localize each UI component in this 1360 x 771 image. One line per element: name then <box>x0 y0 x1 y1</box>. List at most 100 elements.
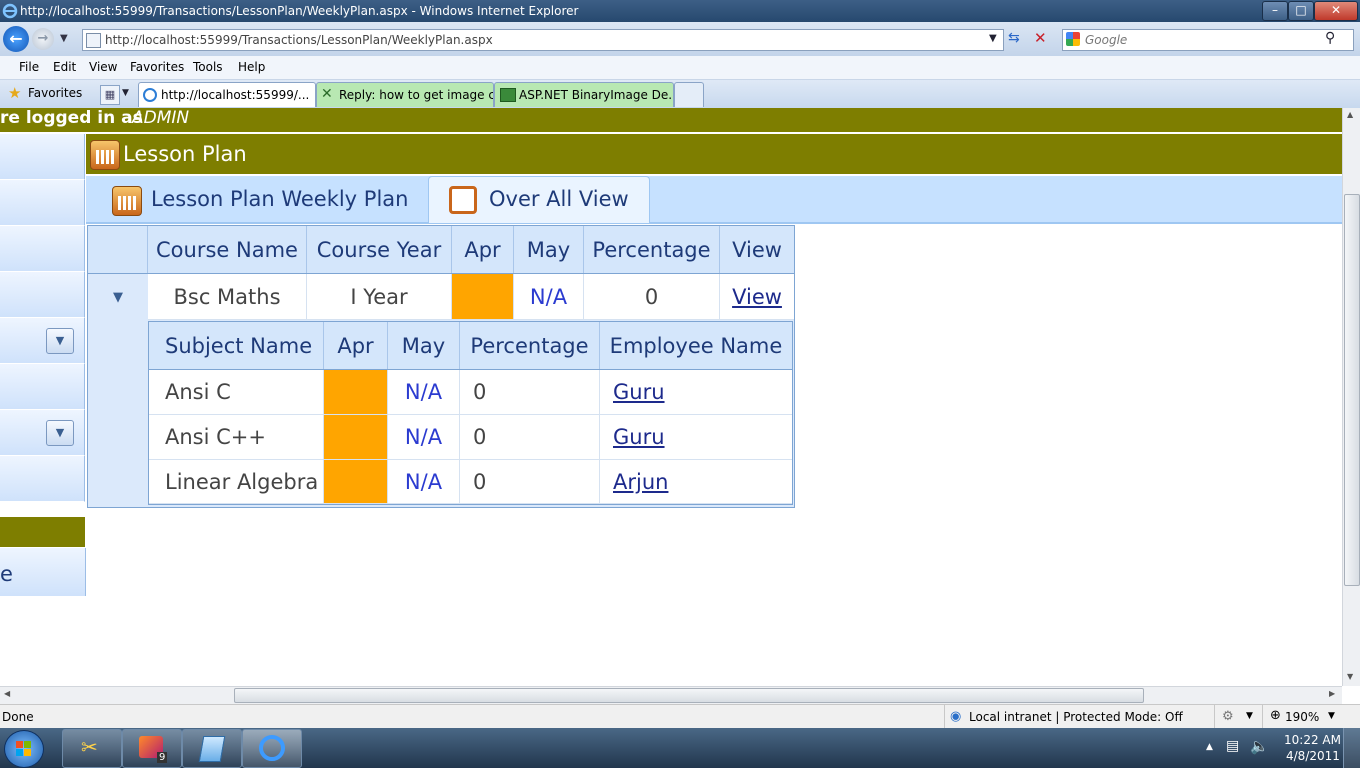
may-status-cell: N/A <box>514 274 584 320</box>
percentage-cell: 0 <box>460 460 600 504</box>
may-status-cell: N/A <box>388 460 460 504</box>
minimize-button[interactable]: – <box>1262 1 1288 21</box>
column-header[interactable]: Percentage <box>584 226 720 274</box>
network-icon[interactable]: ▤ <box>1226 738 1239 754</box>
percentage-cell: 0 <box>460 415 600 460</box>
aspnet-icon <box>500 88 516 102</box>
divider <box>944 705 945 729</box>
refresh-icon[interactable]: ⇆ <box>1008 30 1020 46</box>
status-text: Done <box>2 710 34 724</box>
vertical-scrollbar[interactable]: ▲ ▼ <box>1342 108 1360 686</box>
sidebar-item[interactable]: e <box>0 548 86 596</box>
horizontal-scroll-thumb[interactable] <box>234 688 1144 703</box>
volume-icon[interactable]: 🔈 <box>1250 737 1269 755</box>
page-icon <box>86 33 101 48</box>
employee-link[interactable]: Guru <box>613 380 665 404</box>
expand-header <box>88 226 148 274</box>
favorites-button[interactable]: Favorites <box>28 86 82 100</box>
start-button[interactable] <box>4 730 44 768</box>
chevron-down-icon[interactable]: ▼ <box>46 328 74 354</box>
scroll-up-icon[interactable]: ▲ <box>1347 110 1353 119</box>
employee-link[interactable]: Guru <box>613 425 665 449</box>
horizontal-scrollbar[interactable]: ◀ ▶ <box>0 686 1342 704</box>
sidebar-item[interactable] <box>0 226 85 272</box>
sidebar-item[interactable] <box>0 456 85 502</box>
search-box[interactable]: Google ⚲ <box>1062 29 1354 51</box>
divider <box>1214 705 1215 729</box>
chevron-down-icon[interactable]: ▼ <box>1246 711 1253 721</box>
chevron-down-icon[interactable]: ▼ <box>46 420 74 446</box>
back-button[interactable]: ← <box>3 26 29 52</box>
security-zone-text[interactable]: Local intranet | Protected Mode: Off <box>969 710 1183 724</box>
tab-weekly-plan[interactable]: Lesson Plan Weekly Plan <box>104 184 424 220</box>
sidebar-item[interactable] <box>0 134 85 180</box>
sidebar-item[interactable] <box>0 180 85 226</box>
zoom-icon[interactable]: ⊕ <box>1270 708 1281 723</box>
forward-button[interactable]: → <box>32 28 54 50</box>
column-header[interactable]: View <box>720 226 794 274</box>
chevron-down-icon[interactable]: ▼ <box>1328 711 1335 721</box>
scroll-left-icon[interactable]: ◀ <box>4 689 10 698</box>
subject-grid: Subject Name Apr May Percentage Employee… <box>148 321 793 505</box>
employee-cell: Guru <box>600 370 792 415</box>
column-header[interactable]: Subject Name <box>149 322 324 370</box>
stop-icon[interactable]: ✕ <box>1034 29 1047 47</box>
clock-date[interactable]: 4/8/2011 <box>1286 749 1340 763</box>
search-icon[interactable]: ⚲ <box>1325 30 1335 46</box>
new-tab-button[interactable] <box>674 82 704 107</box>
course-year-cell: I Year <box>307 274 452 320</box>
menu-help[interactable]: Help <box>238 60 265 74</box>
window-count-badge: 9 <box>157 752 168 763</box>
column-header[interactable]: Apr <box>452 226 514 274</box>
browser-tab[interactable]: ASP.NET BinaryImage De... <box>494 82 674 107</box>
taskbar-internet-explorer[interactable] <box>242 729 302 768</box>
taskbar-visual-studio-tools[interactable]: ✂ <box>62 729 122 768</box>
sidebar-item[interactable]: ▼ <box>0 410 85 456</box>
taskbar: ✂ 9 ▲ ▤ 🔈 10:22 AM 4/8/2011 <box>0 728 1360 768</box>
column-header[interactable]: Apr <box>324 322 388 370</box>
column-header[interactable]: Course Year <box>307 226 452 274</box>
browser-tab[interactable]: ✕ Reply: how to get image c... <box>316 82 494 107</box>
column-header[interactable]: Course Name <box>148 226 307 274</box>
tab-list-dropdown-icon[interactable]: ▼ <box>122 88 129 98</box>
browser-tab-active[interactable]: http://localhost:55999/... <box>138 82 316 107</box>
menu-tools[interactable]: Tools <box>193 60 223 74</box>
address-bar[interactable]: http://localhost:55999/Transactions/Less… <box>82 29 1004 51</box>
taskbar-visual-studio[interactable]: 9 <box>122 729 182 768</box>
taskbar-notepad[interactable] <box>182 729 242 768</box>
sidebar-item[interactable] <box>0 272 85 318</box>
tab-over-all-view[interactable]: Over All View <box>428 176 650 223</box>
vertical-scroll-thumb[interactable] <box>1344 194 1360 586</box>
protected-mode-icon[interactable]: ⚙ <box>1222 709 1234 724</box>
menu-file[interactable]: File <box>19 60 39 74</box>
user-name: ADMIN <box>132 108 190 128</box>
clock-time[interactable]: 10:22 AM <box>1284 733 1341 747</box>
employee-cell: Arjun <box>600 460 792 504</box>
sidebar-item[interactable] <box>0 364 85 410</box>
close-button[interactable]: ✕ <box>1314 1 1358 21</box>
may-status-cell: N/A <box>388 415 460 460</box>
zoom-level[interactable]: 190% <box>1285 710 1319 724</box>
column-header[interactable]: Percentage <box>460 322 600 370</box>
scroll-right-icon[interactable]: ▶ <box>1329 689 1335 698</box>
apr-status-cell <box>452 274 514 320</box>
employee-cell: Guru <box>600 415 792 460</box>
show-hidden-icons[interactable]: ▲ <box>1206 742 1213 752</box>
menu-edit[interactable]: Edit <box>53 60 76 74</box>
show-desktop-button[interactable] <box>1343 728 1360 768</box>
menu-view[interactable]: View <box>89 60 117 74</box>
view-link[interactable]: View <box>732 285 782 309</box>
column-header[interactable]: May <box>388 322 460 370</box>
column-header[interactable]: Employee Name <box>600 322 792 370</box>
column-header[interactable]: May <box>514 226 584 274</box>
divider <box>1262 705 1263 729</box>
employee-link[interactable]: Arjun <box>613 470 668 494</box>
scroll-down-icon[interactable]: ▼ <box>1347 672 1353 681</box>
collapse-row-icon[interactable]: ▼ <box>88 274 148 320</box>
recent-pages-dropdown-icon[interactable]: ▼ <box>60 33 68 44</box>
sidebar-item[interactable]: ▼ <box>0 318 85 364</box>
menu-favorites[interactable]: Favorites <box>130 60 184 74</box>
quick-tabs-icon[interactable]: ▦ <box>100 85 120 105</box>
maximize-button[interactable]: □ <box>1288 1 1314 21</box>
address-dropdown-icon[interactable]: ▼ <box>989 33 997 44</box>
